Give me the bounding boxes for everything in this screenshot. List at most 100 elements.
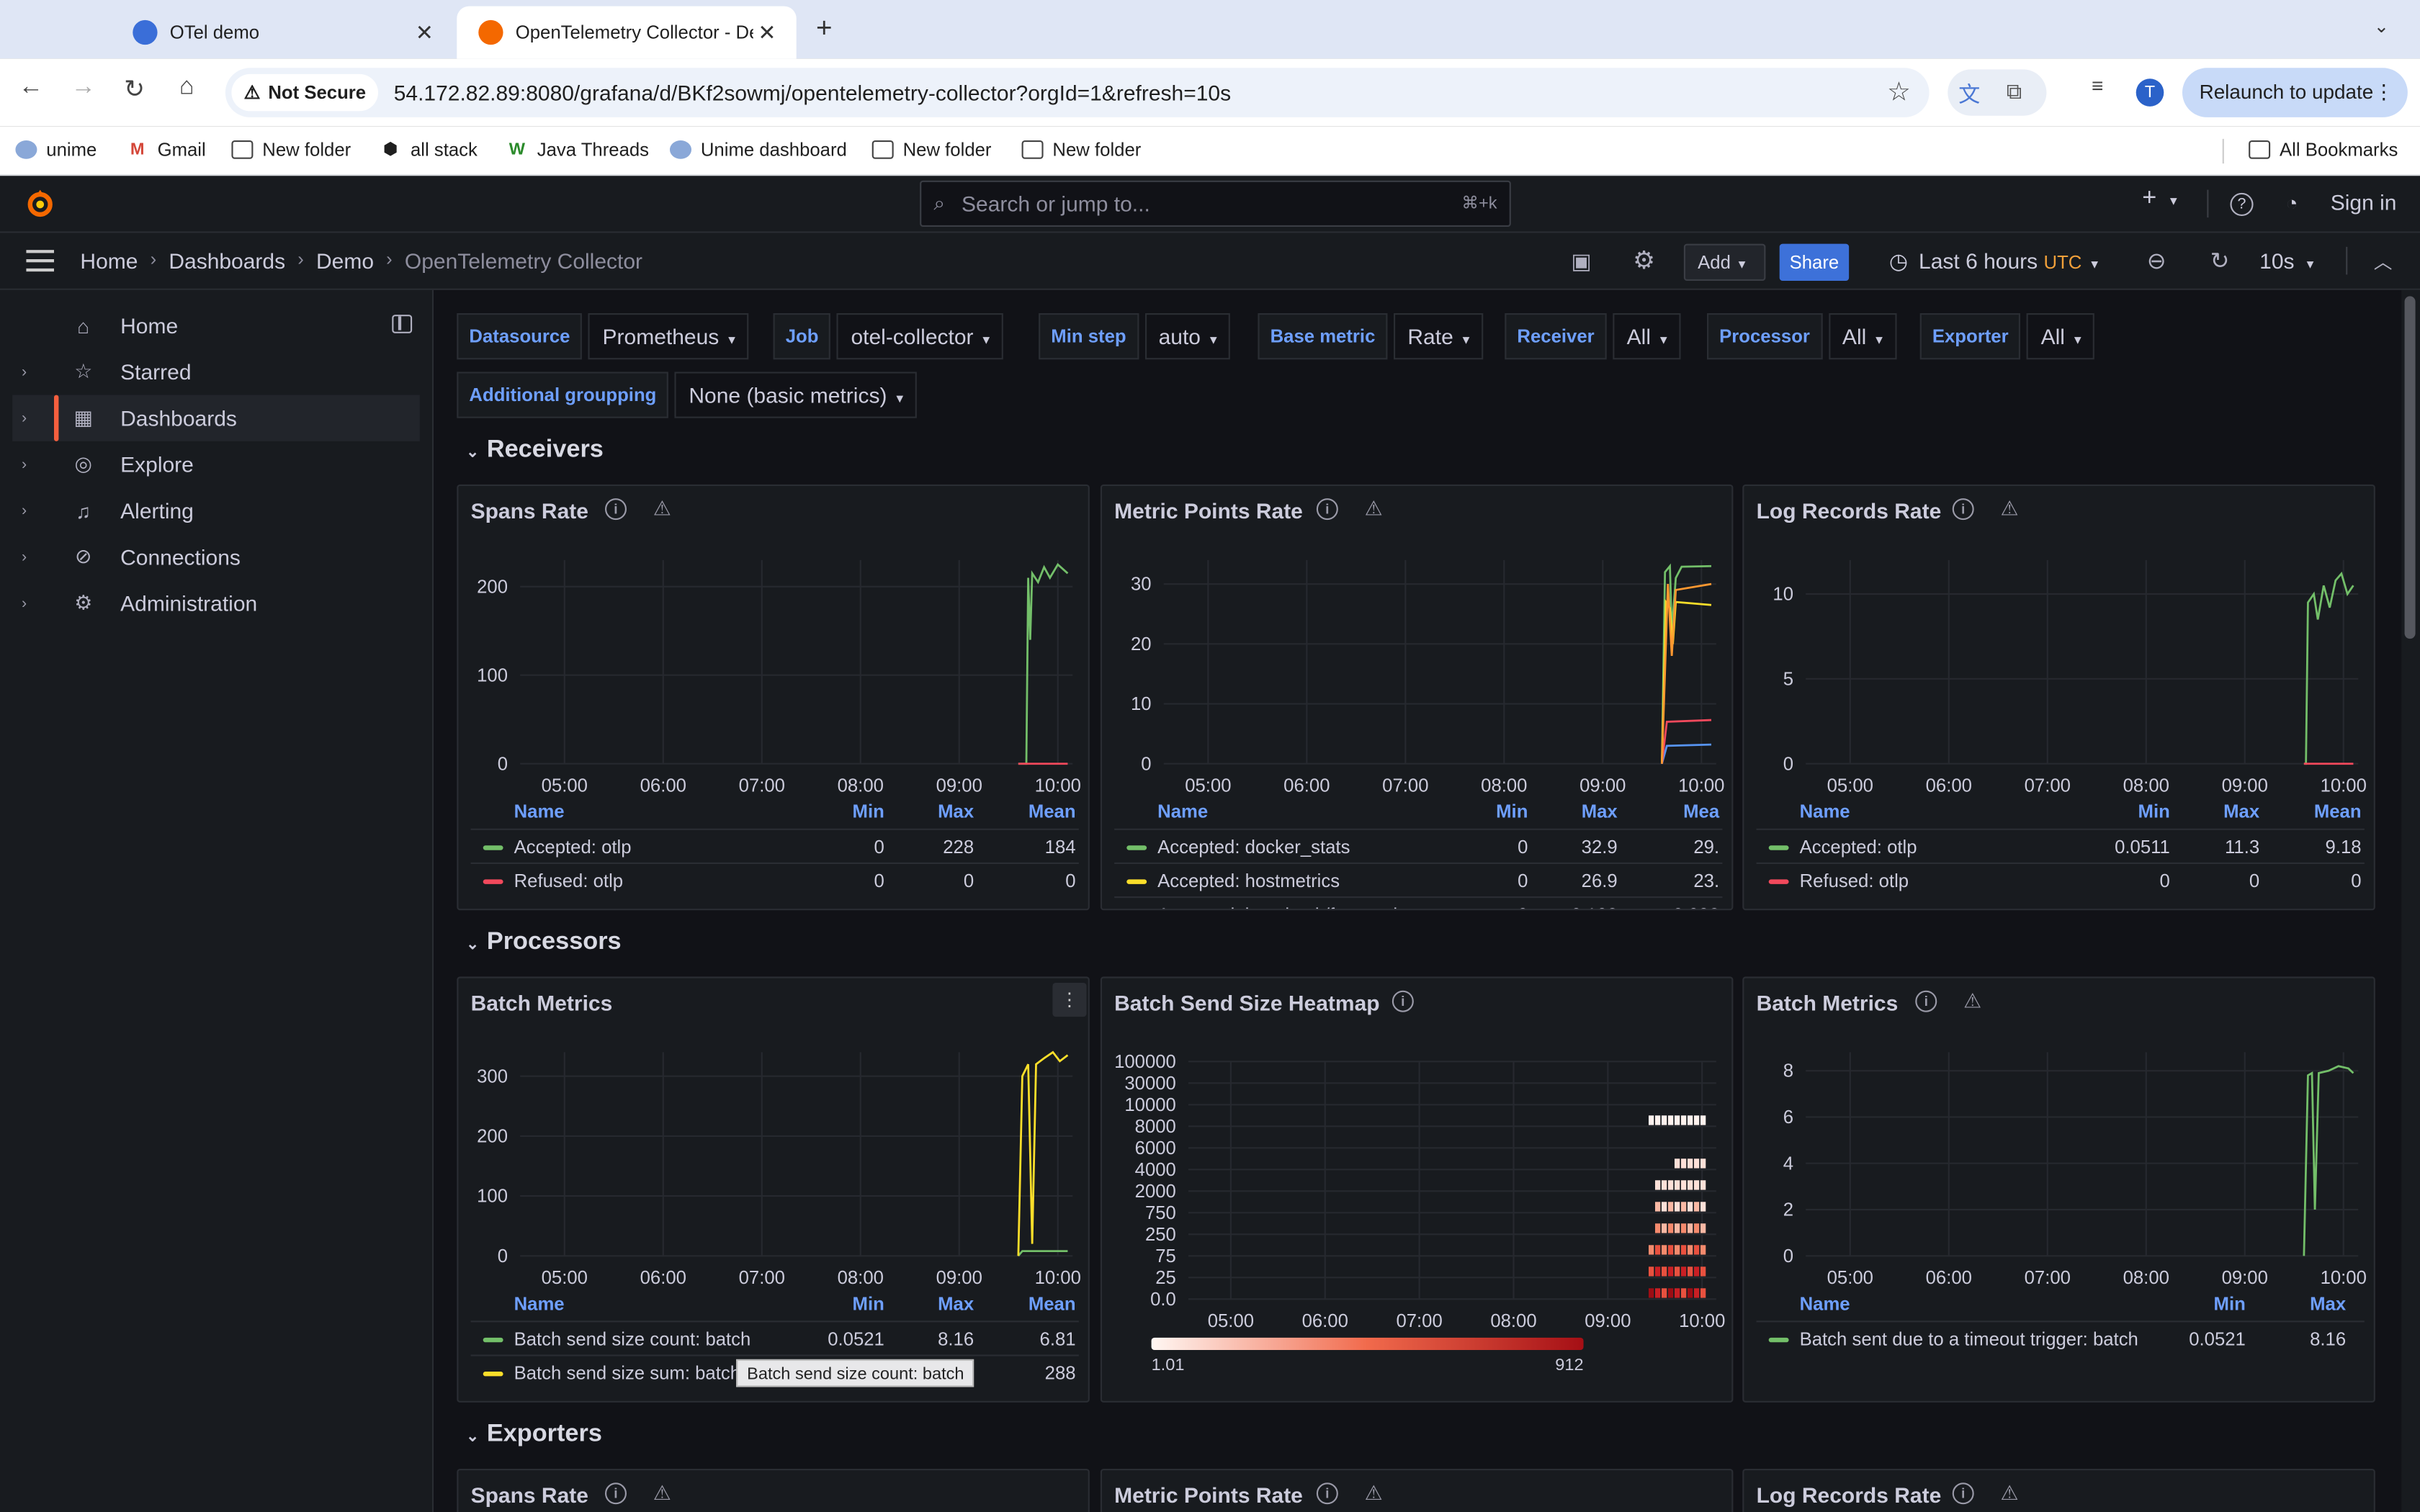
tab-search-icon[interactable]: ⌄ — [2374, 15, 2390, 37]
chevron-up-icon[interactable]: ︿ — [2374, 248, 2393, 274]
series-line[interactable] — [1661, 743, 1712, 765]
variable-select[interactable]: All ▾ — [1828, 313, 1897, 360]
sidebar-item-starred[interactable]: › ☆ Starred — [12, 348, 420, 395]
warning-icon[interactable]: ⚠ — [1999, 498, 2020, 520]
legend-column-header[interactable]: Min — [853, 801, 884, 822]
sidebar-item-home[interactable]: ⌂ Home — [12, 302, 420, 348]
chevron-right-icon[interactable]: › — [22, 549, 27, 566]
rss-icon[interactable]: ◔ — [2286, 192, 2298, 215]
legend-row[interactable]: Refused: otlp 0 0 0 — [470, 862, 1079, 896]
translate-icon[interactable]: 文 — [1958, 78, 1980, 109]
bookmark-star-icon[interactable]: ☆ — [1887, 77, 1911, 108]
legend-column-header[interactable]: Mean — [2314, 801, 2362, 822]
variable-select[interactable]: Rate ▾ — [1394, 313, 1484, 360]
info-icon[interactable]: i — [1915, 990, 1937, 1012]
sidebar-item-explore[interactable]: › ◎ Explore — [12, 441, 420, 487]
series-line[interactable] — [2303, 1065, 2354, 1256]
legend-row[interactable]: Accepted: docker_stats 0 32.9 29. — [1114, 828, 1723, 863]
browser-tab[interactable]: OTel demo ✕ — [111, 6, 454, 59]
panel-menu-icon[interactable]: ⋮ — [1052, 983, 1087, 1017]
legend-row[interactable]: Batch send size count: batch 0.0521 8.16 6.… — [470, 1320, 1079, 1354]
warning-icon[interactable]: ⚠ — [1363, 1482, 1384, 1504]
bookmark-item[interactable]: unime — [15, 139, 97, 161]
warning-icon[interactable]: ⚠ — [1999, 1482, 2020, 1504]
sidebar-item-administration[interactable]: › ⚙ Administration — [12, 580, 420, 626]
breadcrumb-dashboards[interactable]: Dashboards — [169, 248, 285, 273]
warning-icon[interactable]: ⚠ — [1363, 498, 1384, 520]
more-icon[interactable]: ⋮ — [2374, 68, 2394, 117]
legend-column-header[interactable]: Min — [853, 1293, 884, 1315]
bookmark-folder[interactable]: New folder — [871, 139, 991, 161]
variable-select[interactable]: otel-collector ▾ — [837, 313, 1004, 360]
legend-column-header[interactable]: Mean — [1028, 1293, 1076, 1315]
legend-column-header[interactable]: Name — [1800, 1293, 1850, 1315]
legend-column-header[interactable]: Max — [938, 801, 974, 822]
legend-column-header[interactable]: Name — [514, 801, 565, 822]
chevron-down-icon[interactable]: ▾ — [2170, 193, 2177, 210]
info-icon[interactable]: i — [1952, 1482, 1974, 1505]
legend-column-header[interactable]: Min — [1496, 801, 1528, 822]
series-line[interactable] — [1018, 562, 1069, 765]
bookmark-folder[interactable]: New folder — [231, 139, 351, 161]
chevron-right-icon[interactable]: › — [22, 410, 27, 427]
plus-icon[interactable]: + — [2142, 185, 2156, 213]
search-input[interactable]: ⌕ Search or jump to... ⌘+k — [920, 180, 1511, 227]
zoom-out-icon[interactable]: ⊖ — [2147, 247, 2166, 274]
series-line[interactable] — [1017, 1050, 1069, 1256]
row-receivers[interactable]: ⌄ Receivers — [466, 436, 604, 464]
close-tab-icon[interactable]: ✕ — [753, 19, 781, 45]
legend-column-header[interactable]: Max — [2310, 1293, 2346, 1315]
legend-column-header[interactable]: Mea — [1683, 801, 1719, 822]
variable-select[interactable]: All ▾ — [1613, 313, 1681, 360]
series-line[interactable] — [1661, 719, 1712, 764]
url-text[interactable]: 54.172.82.89:8080/grafana/d/BKf2sowmj/op… — [394, 80, 1231, 104]
legend-row[interactable]: Batch sent due to a timeout trigger: bat… — [1756, 1320, 2365, 1354]
save-icon[interactable]: ▣ — [1571, 248, 1591, 274]
share-button[interactable]: Share — [1779, 243, 1850, 281]
series-line[interactable] — [2303, 571, 2354, 765]
legend-column-header[interactable]: Name — [514, 1293, 565, 1315]
add-button[interactable]: Add ▾ — [1683, 243, 1766, 281]
close-tab-icon[interactable]: ✕ — [411, 19, 439, 45]
browser-tab-active[interactable]: OpenTelemetry Collector - De ✕ — [457, 6, 797, 59]
series-line[interactable] — [1661, 582, 1712, 764]
variable-select[interactable]: Prometheus ▾ — [588, 313, 750, 360]
relaunch-button[interactable]: Relaunch to update ⋮ — [2182, 68, 2408, 117]
sidebar-item-alerting[interactable]: › ♫ Alerting — [12, 487, 420, 534]
legend-column-header[interactable]: Name — [1157, 801, 1208, 822]
legend-row[interactable]: Accepted: hostmetrics 0 26.9 23. — [1114, 862, 1723, 896]
grafana-logo-icon[interactable] — [24, 188, 55, 219]
extensions-icon[interactable]: ⧉ — [2007, 78, 2022, 104]
gear-icon[interactable]: ⚙ — [1633, 246, 1655, 276]
chevron-right-icon[interactable]: › — [22, 456, 27, 473]
sidebar-item-connections[interactable]: › ⊘ Connections — [12, 534, 420, 580]
bookmark-item[interactable]: Unime dashboard — [670, 139, 847, 161]
home-icon[interactable]: ⌂ — [169, 74, 205, 102]
back-icon[interactable]: ← — [12, 74, 49, 102]
legend-row[interactable]: Refused: otlp 0 0 0 — [1756, 862, 2365, 896]
warning-icon[interactable]: ⚠ — [651, 1482, 673, 1504]
breadcrumb-demo[interactable]: Demo — [316, 248, 374, 273]
breadcrumb-home[interactable]: Home — [80, 248, 138, 273]
refresh-interval-picker[interactable]: 10s ▾ — [2259, 248, 2313, 273]
legend-row[interactable]: Accepted: otlp 0 228 184 — [470, 828, 1079, 863]
row-processors[interactable]: ⌄ Processors — [466, 929, 621, 957]
bookmark-item[interactable]: W Java Threads — [506, 139, 649, 161]
warning-icon[interactable]: ⚠ — [1962, 991, 1984, 1012]
menu-icon[interactable] — [26, 250, 54, 272]
row-exporters[interactable]: ⌄ Exporters — [466, 1421, 602, 1449]
help-icon[interactable]: ? — [2230, 192, 2254, 216]
reload-icon[interactable]: ↻ — [116, 74, 153, 105]
info-icon[interactable]: i — [605, 498, 627, 521]
bookmark-item[interactable]: ⬢ all stack — [380, 139, 478, 161]
security-badge[interactable]: ⚠ Not Secure — [231, 73, 379, 112]
info-icon[interactable]: i — [1392, 990, 1414, 1012]
legend-column-header[interactable]: Max — [938, 1293, 974, 1315]
legend-row[interactable]: Accepted: otlp 0.0511 11.3 9.18 — [1756, 828, 2365, 863]
chevron-right-icon[interactable]: › — [22, 364, 27, 381]
forward-icon[interactable]: → — [65, 74, 102, 102]
media-icon[interactable]: ≡ — [2079, 74, 2115, 97]
sidebar-item-dashboards[interactable]: › ▦ Dashboards — [12, 395, 420, 441]
legend-column-header[interactable]: Max — [2223, 801, 2259, 822]
info-icon[interactable]: i — [605, 1482, 627, 1505]
